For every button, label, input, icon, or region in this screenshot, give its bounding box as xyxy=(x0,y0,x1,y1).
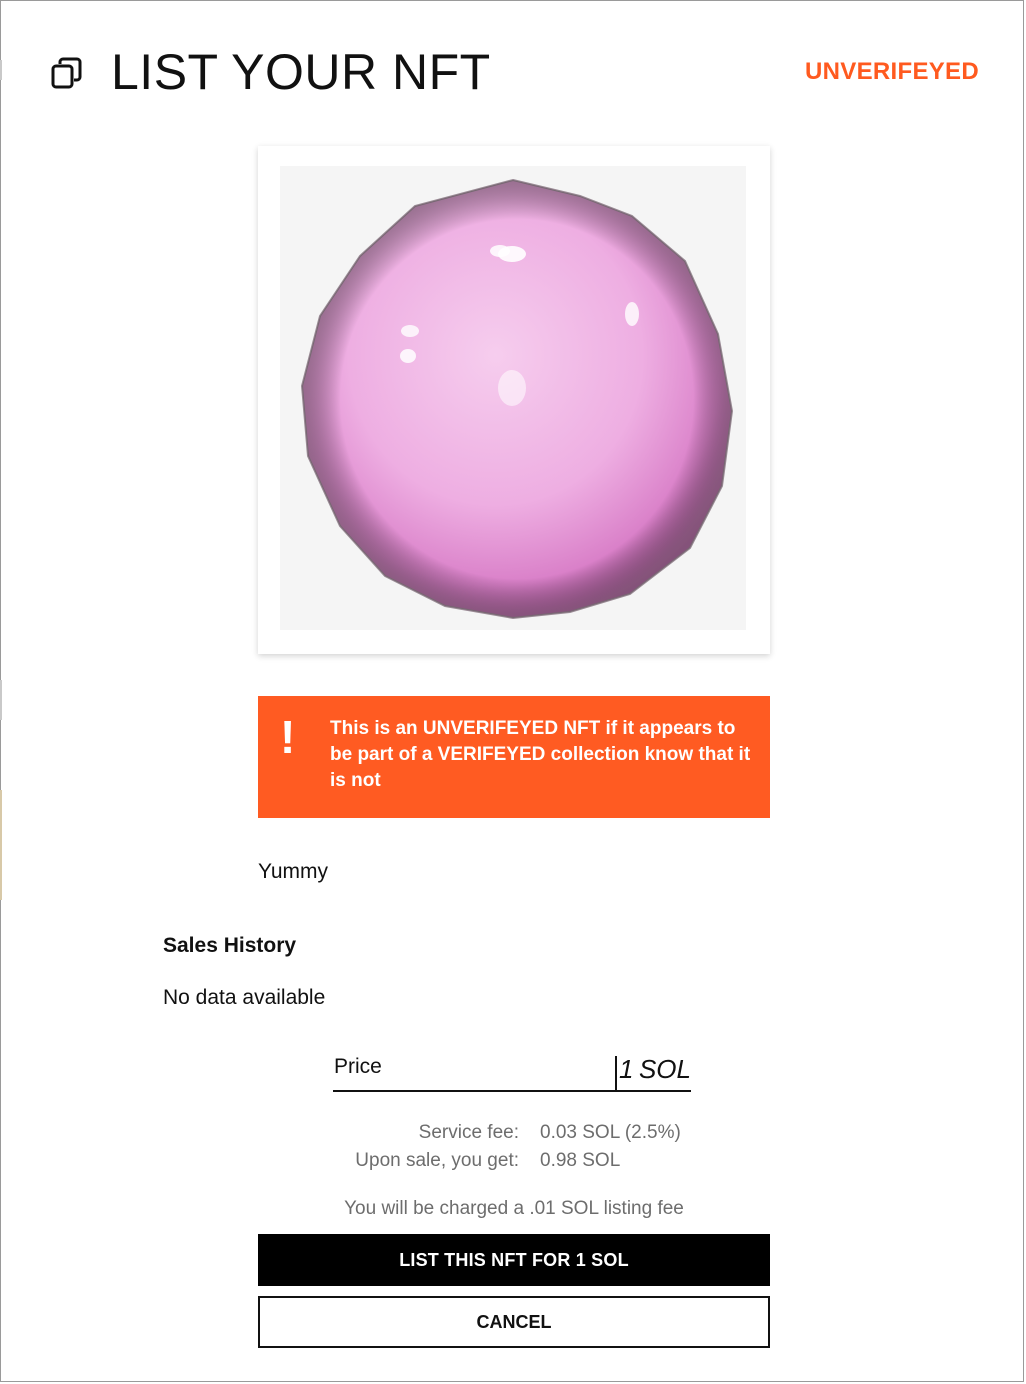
price-input-group: SOL xyxy=(611,1050,691,1090)
unverified-warning-banner: ! This is an UNVERIFEYED NFT if it appea… xyxy=(258,696,770,818)
cancel-button[interactable]: CANCEL xyxy=(258,1296,770,1348)
listing-fee-notice: You will be charged a .01 SOL listing fe… xyxy=(344,1198,684,1219)
page-title: LIST YOUR NFT xyxy=(111,44,491,100)
price-label: Price xyxy=(334,1055,382,1078)
proceeds-label: Upon sale, you get: xyxy=(355,1150,519,1171)
text-cursor xyxy=(615,1056,617,1090)
nft-description: Yummy xyxy=(258,860,329,883)
price-unit: SOL xyxy=(638,1054,691,1084)
background-edge xyxy=(0,790,2,900)
background-edge xyxy=(0,60,2,80)
exclamation-icon: ! xyxy=(280,711,296,763)
warning-message: This is an UNVERIFEYED NFT if it appears… xyxy=(330,718,751,791)
background-edge xyxy=(0,680,2,720)
list-nft-button[interactable]: LIST THIS NFT FOR 1 SOL xyxy=(258,1234,770,1286)
proceeds-value: 0.98 SOL xyxy=(540,1150,621,1171)
nft-preview-card xyxy=(258,146,770,654)
price-field: Price SOL xyxy=(333,1050,691,1092)
service-fee-value: 0.03 SOL (2.5%) xyxy=(540,1122,681,1143)
copy-icon xyxy=(50,56,84,90)
sales-history-title: Sales History xyxy=(163,934,297,957)
nft-artwork xyxy=(280,166,746,630)
price-input[interactable] xyxy=(619,1054,641,1085)
verification-status-badge: UNVERIFEYED xyxy=(805,58,979,85)
service-fee-label: Service fee: xyxy=(418,1122,519,1143)
sales-history-empty: No data available xyxy=(163,986,326,1009)
